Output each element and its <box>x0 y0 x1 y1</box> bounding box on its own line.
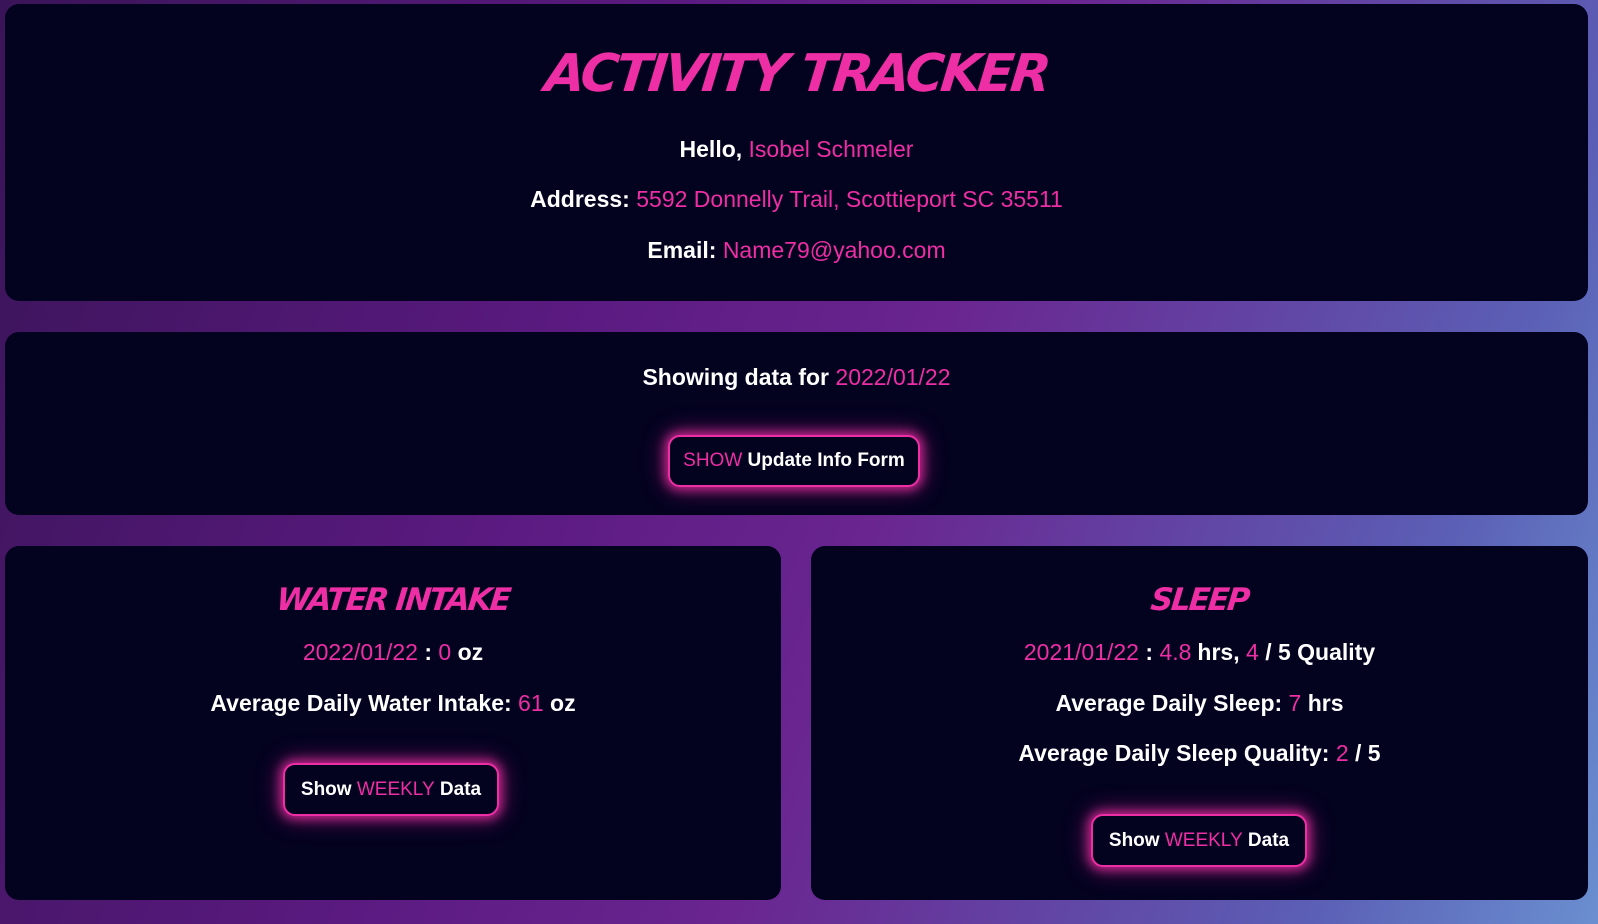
avg-quality-suffix: / 5 <box>1355 740 1381 766</box>
sleep-show-weekly-button[interactable]: Show WEEKLY Data <box>1091 814 1307 867</box>
water-date: 2022/01/22 <box>302 639 418 665</box>
avg-quality-label: Average Daily Sleep Quality: <box>1018 740 1330 766</box>
user-name: Isobel Schmeler <box>748 136 914 162</box>
sleep-weekly-prefix: Show <box>1108 829 1160 851</box>
sleep-hours: 4.8 <box>1159 639 1192 665</box>
sleep-date: 2021/01/22 <box>1023 639 1139 665</box>
show-update-info-form-button[interactable]: SHOW Update Info Form <box>668 435 920 487</box>
app-title: Activity Tracker <box>542 44 1051 104</box>
water-average-label: Average Daily Water Intake: <box>210 690 512 716</box>
user-info-card: Activity Tracker Hello, Isobel Schmeler … <box>5 4 1588 301</box>
sleep-hours-unit: hrs, <box>1197 639 1240 665</box>
selected-date: 2022/01/22 <box>835 364 951 390</box>
greeting-label: Hello, <box>679 136 743 162</box>
sleep-weekly-suffix: Data <box>1247 829 1290 851</box>
update-button-label: Update Info Form <box>747 450 905 471</box>
avg-sleep-unit: hrs <box>1307 690 1344 716</box>
greeting-line: Hello, Isobel Schmeler <box>5 135 1588 163</box>
showing-label: Showing data for <box>642 364 830 390</box>
sleep-average-line: Average Daily Sleep: 7 hrs <box>811 689 1588 717</box>
sleep-title: Sleep <box>1149 582 1250 618</box>
water-show-weekly-button[interactable]: Show WEEKLY Data <box>283 763 499 816</box>
email-label: Email: <box>647 237 717 263</box>
water-weekly-suffix: Data <box>439 778 482 800</box>
water-amount: 0 <box>438 639 452 665</box>
showing-date-line: Showing data for 2022/01/22 <box>5 363 1588 391</box>
update-button-prefix: SHOW <box>683 450 743 471</box>
sleep-separator: : <box>1145 639 1154 665</box>
sleep-today-line: 2021/01/22 : 4.8 hrs, 4 / 5 Quality <box>811 638 1588 666</box>
water-average-line: Average Daily Water Intake: 61 oz <box>5 689 781 717</box>
water-average-unit: oz <box>550 690 576 716</box>
avg-sleep-value: 7 <box>1288 690 1302 716</box>
email-value: Name79@yahoo.com <box>722 237 946 263</box>
water-intake-card: Water Intake 2022/01/22 : 0 oz Average D… <box>5 546 781 900</box>
sleep-card: Sleep 2021/01/22 : 4.8 hrs, 4 / 5 Quality… <box>811 546 1588 900</box>
sleep-quality-average-line: Average Daily Sleep Quality: 2 / 5 <box>811 739 1588 767</box>
address-value: 5592 Donnelly Trail, Scottieport SC 3551… <box>636 186 1063 212</box>
avg-sleep-label: Average Daily Sleep: <box>1055 690 1283 716</box>
address-label: Address: <box>530 186 630 212</box>
sleep-quality: 4 <box>1246 639 1259 665</box>
address-line: Address: 5592 Donnelly Trail, Scottiepor… <box>5 185 1588 213</box>
water-today-line: 2022/01/22 : 0 oz <box>5 638 781 666</box>
sleep-weekly-highlight: WEEKLY <box>1164 829 1243 851</box>
water-weekly-highlight: WEEKLY <box>356 778 435 800</box>
email-line: Email: Name79@yahoo.com <box>5 236 1588 264</box>
avg-quality-value: 2 <box>1335 740 1349 766</box>
water-average-value: 61 <box>518 690 544 716</box>
water-separator: : <box>424 639 433 665</box>
date-card: Showing data for 2022/01/22 SHOW Update … <box>5 332 1588 515</box>
water-weekly-prefix: Show <box>300 778 352 800</box>
sleep-quality-suffix: / 5 Quality <box>1265 639 1376 665</box>
water-unit: oz <box>457 639 484 665</box>
water-intake-title: Water Intake <box>274 582 512 618</box>
